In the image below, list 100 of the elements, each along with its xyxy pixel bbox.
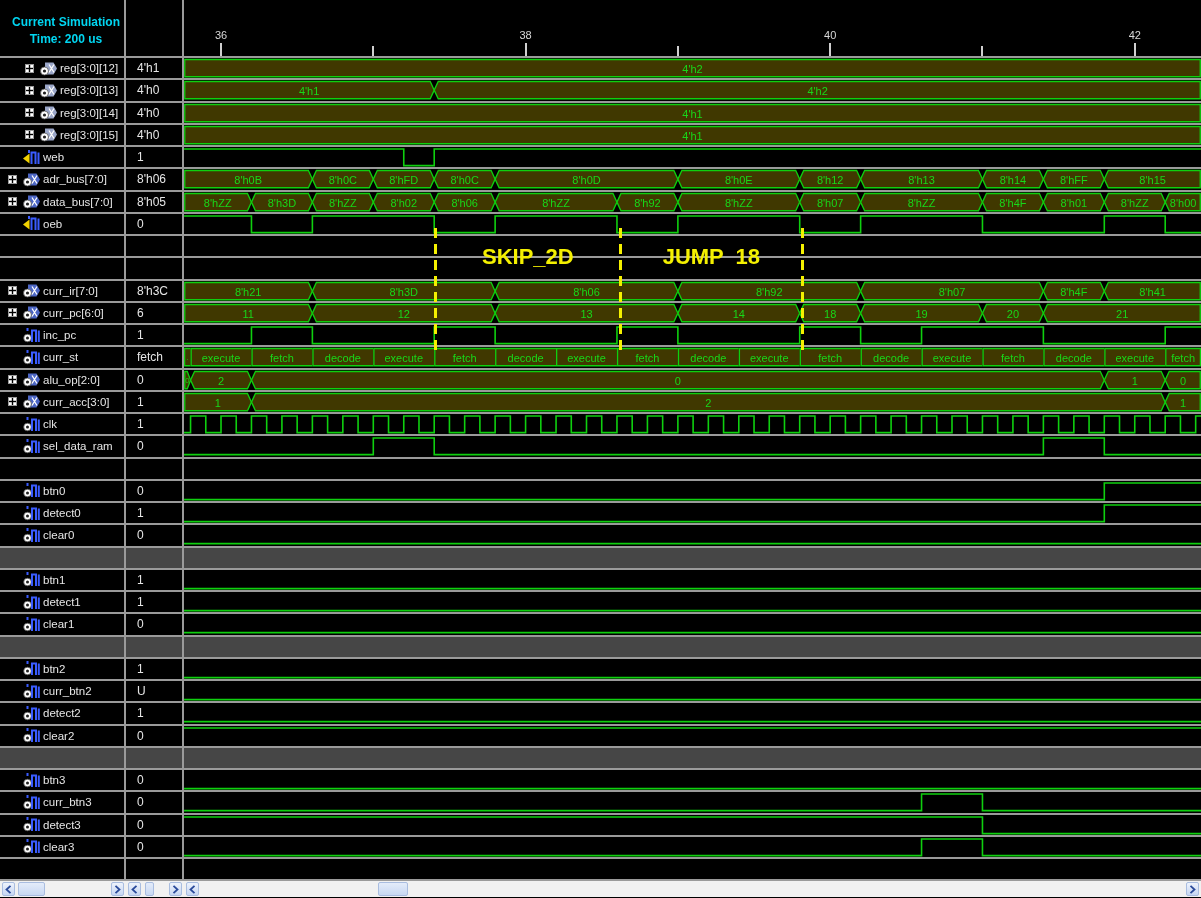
bus-icon	[40, 82, 57, 98]
expand-button[interactable]	[25, 130, 34, 140]
scrollbar-thumb[interactable]	[18, 882, 45, 897]
scroll-right-button[interactable]	[1186, 882, 1199, 897]
bus-segment: 8'h02	[372, 192, 435, 211]
bus-segment: 8'h0C	[311, 170, 374, 189]
expand-button[interactable]	[25, 85, 34, 95]
signal-value: 4'h0	[137, 83, 160, 98]
signal-name[interactable]: oeb	[43, 217, 63, 230]
signal-name[interactable]: reg[3:0][14]	[60, 106, 119, 119]
scroll-right-button[interactable]	[111, 882, 124, 897]
signal-name[interactable]: curr_btn3	[43, 796, 92, 809]
bus-segment: 1	[184, 392, 253, 412]
signal-name[interactable]: btn3	[43, 774, 66, 787]
chevron-right-icon	[172, 884, 179, 894]
bus-segment: 8'hZZ	[1103, 192, 1166, 211]
bus-segment: 8'h06	[433, 192, 496, 211]
bus-segment: 14	[677, 303, 801, 323]
signal-value: 1	[137, 328, 144, 343]
signal-value: 0	[137, 216, 144, 231]
signal-name[interactable]: adr_bus[7:0]	[43, 173, 107, 186]
scroll-left-button[interactable]	[2, 882, 15, 897]
bus-segment: 12	[311, 303, 496, 323]
signal-name[interactable]: clear3	[43, 840, 75, 853]
bus-segment: 8'hZZ	[494, 192, 618, 211]
scrollbar-thumb[interactable]	[378, 882, 408, 897]
state-segment: decode	[494, 348, 557, 367]
expand-button[interactable]	[8, 375, 17, 385]
signal-name[interactable]: btn2	[43, 662, 66, 675]
signal-value: 1	[137, 394, 144, 409]
signal-name[interactable]: curr_st	[43, 351, 79, 364]
bus-segment: 4'h2	[184, 58, 1201, 78]
expand-button[interactable]	[8, 308, 17, 318]
signal-value: 0	[137, 617, 144, 632]
expand-button[interactable]	[8, 174, 17, 184]
bus-icon	[23, 194, 40, 210]
signal-name[interactable]: curr_btn2	[43, 685, 92, 698]
signal-name[interactable]: clear0	[43, 529, 75, 542]
signal-name[interactable]: reg[3:0][13]	[60, 84, 119, 97]
signal-name[interactable]: clear2	[43, 729, 75, 742]
signal-icon	[23, 705, 40, 721]
signal-value: 6	[137, 305, 144, 320]
expand-button[interactable]	[8, 286, 17, 296]
signal-name[interactable]: web	[43, 151, 65, 164]
signal-name[interactable]: curr_ir[7:0]	[43, 284, 98, 297]
signal-icon	[23, 527, 40, 543]
scroll-left-button[interactable]	[186, 882, 199, 897]
bus-icon	[40, 127, 57, 143]
signal-name[interactable]: alu_op[2:0]	[43, 373, 100, 386]
scroll-left-button[interactable]	[128, 882, 141, 897]
bus-segment: 13	[494, 303, 679, 323]
expand-button[interactable]	[25, 63, 34, 73]
signal-name[interactable]: curr_pc[6:0]	[43, 306, 104, 319]
signal-name[interactable]: detect1	[43, 596, 81, 609]
bus-icon	[23, 305, 40, 321]
expand-button[interactable]	[8, 197, 17, 207]
bus-segment: 20	[981, 303, 1045, 323]
signal-name[interactable]: detect2	[43, 707, 81, 720]
signal-icon	[23, 616, 40, 632]
signal-icon	[23, 349, 40, 365]
bus-segment: 8'h01	[1042, 192, 1105, 211]
signal-name[interactable]: reg[3:0][12]	[60, 62, 119, 75]
bus-segment: 8'hZZ	[859, 192, 984, 211]
signal-value: 8'h3C	[137, 283, 168, 298]
signal-name[interactable]: sel_data_ram	[43, 440, 113, 453]
signal-name[interactable]: inc_pc	[43, 329, 77, 342]
signal-name[interactable]: btn1	[43, 573, 66, 586]
state-segment: execute	[189, 348, 253, 367]
signal-name[interactable]: reg[3:0][15]	[60, 128, 119, 141]
signal-value: 1	[137, 150, 144, 165]
signal-name[interactable]: clk	[43, 418, 58, 431]
signal-icon	[23, 483, 40, 499]
state-segment: fetch	[1164, 348, 1201, 367]
signal-value: 4'h0	[137, 105, 160, 120]
bus-segment: 8'hFF	[1042, 170, 1105, 189]
state-segment: execute	[1103, 348, 1166, 367]
plus-icon	[26, 109, 33, 117]
signal-name[interactable]: detect0	[43, 507, 81, 520]
signal-name[interactable]: data_bus[7:0]	[43, 195, 113, 208]
state-segment: execute	[555, 348, 618, 367]
scrollbar[interactable]	[184, 881, 1201, 898]
signal-name[interactable]: detect3	[43, 818, 81, 831]
plus-icon	[9, 175, 16, 183]
expand-button[interactable]	[25, 108, 34, 118]
signal-name[interactable]: curr_acc[3:0]	[43, 395, 110, 408]
state-segment: fetch	[981, 348, 1045, 367]
scrollbar[interactable]	[126, 881, 184, 898]
signal-value: 8'h06	[137, 172, 166, 187]
axis-tick	[524, 43, 527, 56]
scrollbar-thumb[interactable]	[145, 882, 154, 897]
signal-name[interactable]: btn0	[43, 484, 66, 497]
bus-segment: 8'h15	[1103, 170, 1201, 189]
bus-segment: 8'h0C	[433, 170, 496, 189]
expand-button[interactable]	[8, 397, 17, 407]
scrollbar[interactable]	[0, 881, 126, 898]
state-segment: decode	[1042, 348, 1105, 367]
signal-value: 1	[137, 595, 144, 610]
chevron-left-icon	[189, 884, 196, 894]
signal-name[interactable]: clear1	[43, 618, 75, 631]
scroll-right-button[interactable]	[169, 882, 182, 897]
